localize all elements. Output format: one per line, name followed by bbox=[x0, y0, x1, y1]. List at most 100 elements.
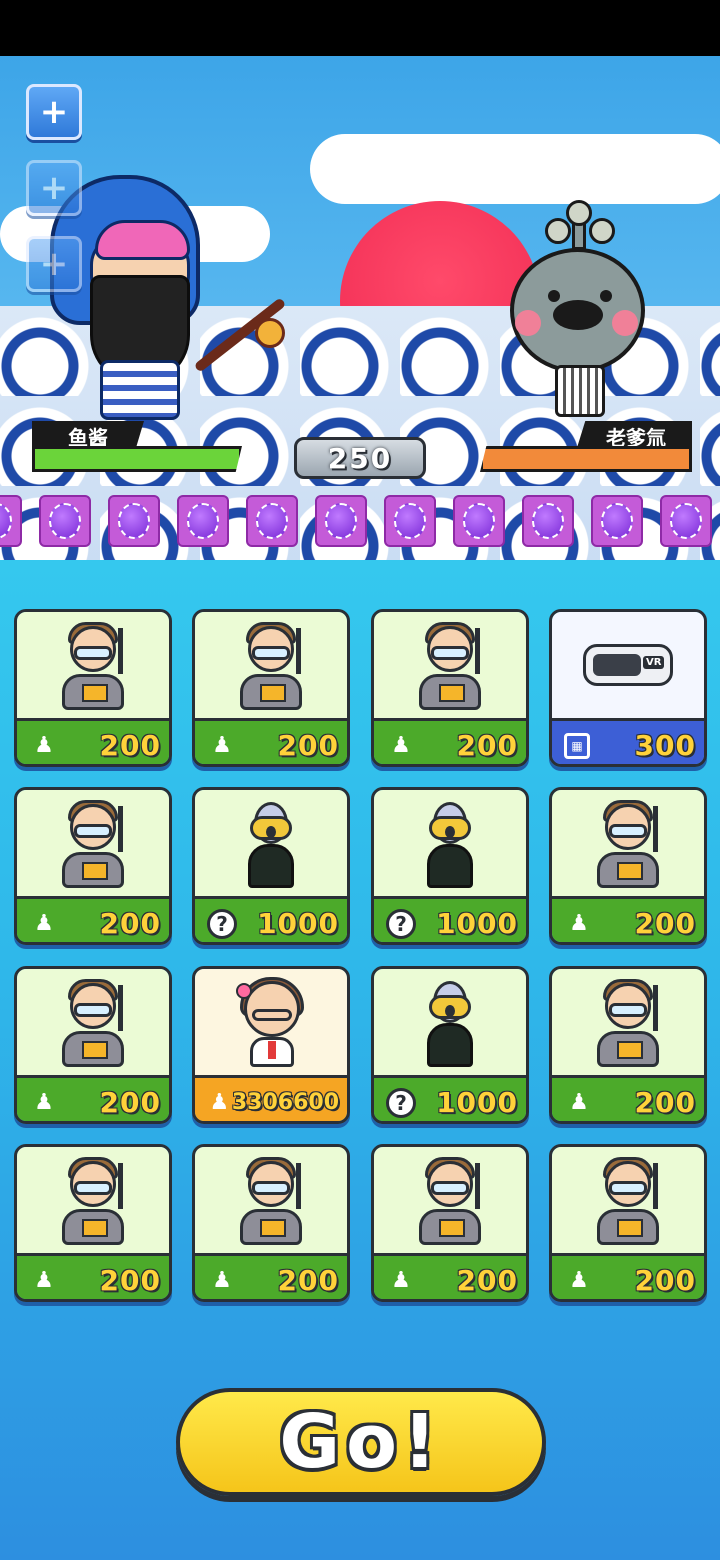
gem-tile[interactable] bbox=[660, 495, 712, 547]
shop-card[interactable]: ♟ 200 bbox=[549, 1144, 707, 1302]
card-portrait bbox=[195, 1147, 347, 1253]
card-price-bar: ♟ 200 bbox=[552, 1253, 704, 1299]
enemy-hp-fill bbox=[483, 449, 689, 469]
shop-card[interactable]: ? 1000 bbox=[371, 787, 529, 945]
card-price: 200 bbox=[456, 729, 518, 762]
teacher-avatar bbox=[226, 1155, 316, 1247]
card-price-bar: ♟ 3306600 bbox=[195, 1075, 347, 1121]
scream-avatar bbox=[226, 798, 316, 890]
shop-card[interactable]: ♟ 200 bbox=[14, 1144, 172, 1302]
shop-card[interactable]: ♟ 200 bbox=[14, 966, 172, 1124]
purple-orb-icon bbox=[463, 503, 495, 539]
card-price: 1000 bbox=[436, 907, 518, 940]
plus-icon: + bbox=[39, 244, 69, 284]
person-icon: ♟ bbox=[391, 733, 411, 758]
purple-orb-icon bbox=[394, 503, 426, 539]
shop-card[interactable]: ♟ 200 bbox=[371, 1144, 529, 1302]
card-price-bar: ♟ 200 bbox=[17, 1075, 169, 1121]
shop-card[interactable]: ♟ 200 bbox=[192, 609, 350, 767]
shop-card[interactable]: ♟ 200 bbox=[14, 609, 172, 767]
shop-card[interactable]: ♟ 200 bbox=[192, 1144, 350, 1302]
score-value: 250 bbox=[327, 441, 393, 475]
person-icon: ♟ bbox=[34, 1090, 54, 1115]
teacher-avatar bbox=[405, 1155, 495, 1247]
card-price-bar: ♟ 200 bbox=[17, 718, 169, 764]
shop-card[interactable]: VR ▦ 300 bbox=[549, 609, 707, 767]
score-display: 250 bbox=[294, 437, 426, 479]
card-portrait bbox=[374, 1147, 526, 1253]
chip-icon: ▦ bbox=[564, 732, 590, 759]
card-price-bar: ♟ 200 bbox=[374, 718, 526, 764]
card-price: 200 bbox=[99, 729, 161, 762]
teacher-avatar bbox=[48, 1155, 138, 1247]
question-icon: ? bbox=[386, 1087, 416, 1118]
gem-tile[interactable] bbox=[108, 495, 160, 547]
card-price: 200 bbox=[634, 1086, 696, 1119]
side-button-1[interactable]: + bbox=[26, 84, 82, 140]
card-price-bar: ? 1000 bbox=[374, 1075, 526, 1121]
vr-headset-avatar: VR bbox=[583, 620, 673, 712]
person-icon: ♟ bbox=[212, 733, 232, 758]
shop-card[interactable]: ? 1000 bbox=[192, 787, 350, 945]
card-price: 200 bbox=[634, 907, 696, 940]
side-button-2[interactable]: + bbox=[26, 160, 82, 216]
purple-orb-icon bbox=[601, 503, 633, 539]
card-portrait bbox=[374, 790, 526, 896]
girl-avatar bbox=[226, 977, 316, 1069]
shop-card[interactable]: ♟ 200 bbox=[371, 609, 529, 767]
teacher-avatar bbox=[226, 620, 316, 712]
person-icon: ♟ bbox=[391, 1268, 411, 1293]
go-button[interactable]: Go! bbox=[176, 1388, 546, 1496]
gem-row bbox=[0, 495, 720, 551]
person-icon: ♟ bbox=[34, 733, 54, 758]
teacher-avatar bbox=[405, 620, 495, 712]
purple-orb-icon bbox=[325, 503, 357, 539]
plus-icon: + bbox=[39, 168, 69, 208]
go-button-label: Go! bbox=[279, 1399, 443, 1485]
shop-card[interactable]: ? 1000 bbox=[371, 966, 529, 1124]
card-price-bar: ♟ 200 bbox=[17, 1253, 169, 1299]
shop-card[interactable]: ♟ 200 bbox=[549, 966, 707, 1124]
gem-tile[interactable] bbox=[315, 495, 367, 547]
card-price: 200 bbox=[277, 1264, 339, 1297]
card-price-bar: ▦ 300 bbox=[552, 718, 704, 764]
card-portrait bbox=[552, 1147, 704, 1253]
gem-tile[interactable] bbox=[453, 495, 505, 547]
question-icon: ? bbox=[207, 908, 237, 939]
card-price: 200 bbox=[99, 1264, 161, 1297]
card-price-bar: ♟ 200 bbox=[195, 1253, 347, 1299]
purple-orb-icon bbox=[670, 503, 702, 539]
scream-avatar bbox=[405, 798, 495, 890]
card-portrait bbox=[17, 612, 169, 718]
card-price: 200 bbox=[634, 1264, 696, 1297]
gem-tile[interactable] bbox=[522, 495, 574, 547]
card-portrait bbox=[17, 1147, 169, 1253]
side-button-3[interactable]: + bbox=[26, 236, 82, 292]
card-price: 1000 bbox=[436, 1086, 518, 1119]
card-portrait bbox=[17, 790, 169, 896]
person-icon: ♟ bbox=[212, 1268, 232, 1293]
shop-card[interactable]: ♟ 3306600 bbox=[192, 966, 350, 1124]
card-portrait bbox=[374, 969, 526, 1075]
purple-orb-icon bbox=[532, 503, 564, 539]
shop-card[interactable]: ♟ 200 bbox=[14, 787, 172, 945]
shop-card[interactable]: ♟ 200 bbox=[549, 787, 707, 945]
teacher-avatar bbox=[48, 977, 138, 1069]
enemy-hp-bar bbox=[480, 446, 692, 472]
gem-tile[interactable] bbox=[177, 495, 229, 547]
card-price: 200 bbox=[456, 1264, 518, 1297]
card-price-bar: ? 1000 bbox=[374, 896, 526, 942]
teacher-avatar bbox=[48, 798, 138, 890]
gem-tile[interactable] bbox=[591, 495, 643, 547]
card-portrait bbox=[195, 790, 347, 896]
person-icon: ♟ bbox=[569, 1268, 589, 1293]
purple-orb-icon bbox=[187, 503, 219, 539]
card-price: 1000 bbox=[257, 907, 339, 940]
person-icon: ♟ bbox=[569, 911, 589, 936]
gem-tile[interactable] bbox=[0, 495, 22, 547]
question-icon: ? bbox=[386, 908, 416, 939]
gem-tile[interactable] bbox=[39, 495, 91, 547]
card-portrait bbox=[552, 790, 704, 896]
gem-tile[interactable] bbox=[384, 495, 436, 547]
gem-tile[interactable] bbox=[246, 495, 298, 547]
